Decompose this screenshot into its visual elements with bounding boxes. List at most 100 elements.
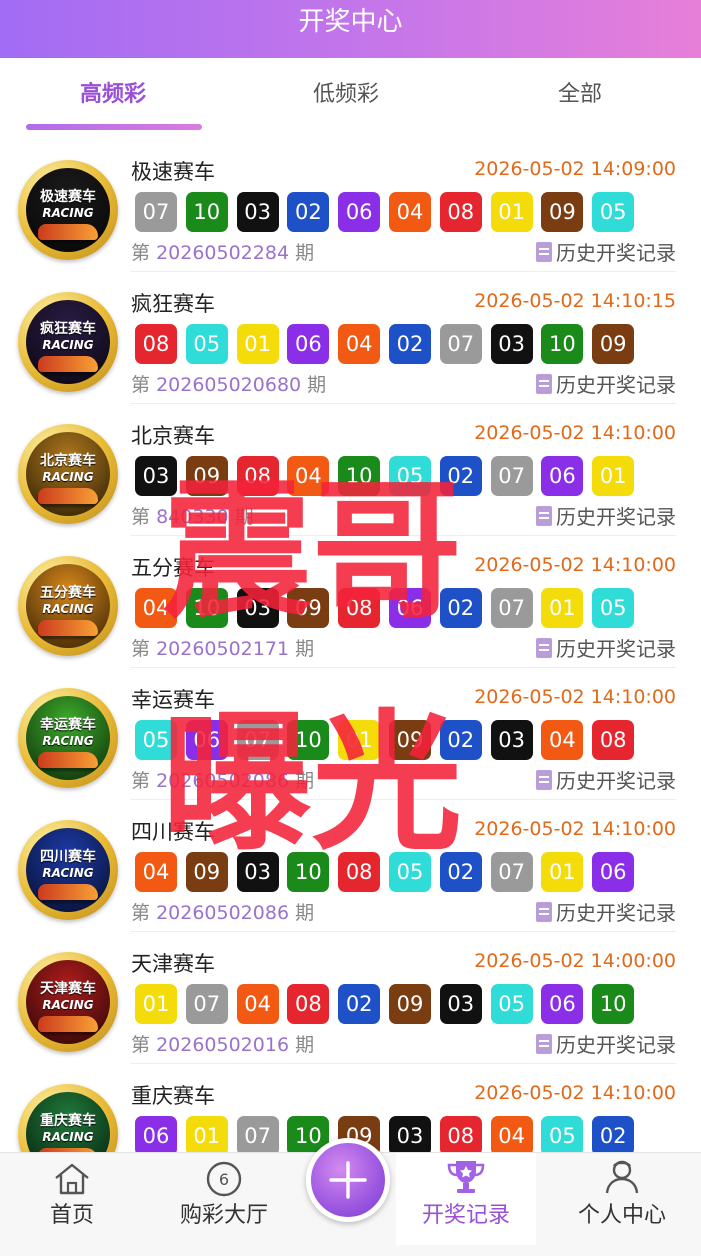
app-header: 开奖中心	[0, 0, 701, 58]
lottery-row[interactable]: 疯狂赛车 RACING 疯狂赛车 2026-05-02 14:10:15 08 0…	[0, 272, 701, 404]
issue-number: 第 20260502086 期	[131, 898, 314, 925]
tabbar-profile-label: 个人中心	[577, 1203, 666, 1228]
badge-subtitle: RACING	[42, 998, 94, 1012]
result-ball: 03	[236, 192, 279, 232]
result-ball: 09	[541, 192, 584, 232]
result-ball: 01	[490, 192, 533, 232]
result-ball: 04	[236, 984, 279, 1024]
result-ball: 05	[185, 324, 228, 364]
issue-number: 第 20260502284 期	[131, 238, 314, 265]
document-icon	[536, 902, 552, 922]
result-ball: 07	[135, 192, 177, 232]
result-ball: 05	[490, 984, 533, 1024]
tabbar-home-label: 首页	[49, 1203, 94, 1228]
trophy-icon	[447, 1161, 485, 1193]
result-ball: 04	[338, 324, 381, 364]
race-car-icon	[38, 488, 98, 504]
result-ball: 10	[592, 984, 635, 1024]
issue-value: 20260502284	[156, 242, 290, 264]
result-ball: 09	[389, 984, 431, 1024]
lottery-badge-icon: 重庆赛车 RACING	[18, 1084, 118, 1152]
result-ball: 04	[389, 192, 431, 232]
result-ball: 07	[490, 852, 533, 892]
result-ball: 05	[592, 192, 635, 232]
result-ball: 03	[490, 324, 533, 364]
history-link[interactable]: 历史开奖记录	[536, 765, 676, 794]
user-icon	[605, 1160, 639, 1194]
tabbar-lottery-hall-label: 购彩大厅	[179, 1203, 268, 1228]
result-ball: 10	[185, 192, 228, 232]
result-ball: 01	[541, 588, 584, 628]
issue-prefix: 第	[131, 374, 151, 396]
result-ball: 08	[439, 192, 482, 232]
result-ball: 03	[490, 720, 533, 760]
lottery-badge-icon: 极速赛车 RACING	[18, 160, 118, 260]
document-icon	[536, 638, 552, 658]
result-ball: 01	[135, 984, 177, 1024]
issue-suffix: 期	[295, 1034, 315, 1056]
lottery-name: 疯狂赛车	[131, 292, 215, 316]
badge-subtitle: RACING	[42, 470, 94, 484]
draw-time: 2026-05-02 14:10:00	[474, 554, 676, 576]
issue-prefix: 第	[131, 638, 151, 660]
race-car-icon	[38, 884, 98, 900]
tabbar-draw-records[interactable]: 开奖记录	[396, 1153, 536, 1245]
watermark-text-top: 震哥	[162, 465, 463, 639]
issue-prefix: 第	[131, 242, 151, 264]
result-ball: 07	[490, 456, 533, 496]
tab-low-frequency[interactable]: 低频彩	[313, 76, 379, 108]
badge-title: 四川赛车	[40, 849, 96, 865]
issue-suffix: 期	[295, 902, 315, 924]
badge-subtitle: RACING	[42, 206, 94, 220]
lottery-results-list: 极速赛车 RACING 极速赛车 2026-05-02 14:09:00 07 1…	[0, 140, 701, 1152]
draw-time: 2026-05-02 14:09:00	[474, 158, 676, 180]
history-link[interactable]: 历史开奖记录	[536, 633, 676, 662]
badge-title: 重庆赛车	[40, 1113, 96, 1129]
result-ball: 02	[592, 1116, 635, 1152]
history-link[interactable]: 历史开奖记录	[536, 501, 676, 530]
badge-subtitle: RACING	[42, 1130, 94, 1144]
issue-prefix: 第	[131, 1034, 151, 1056]
lottery-badge-icon: 北京赛车 RACING	[18, 424, 118, 524]
issue-value: 20260502171	[156, 638, 290, 660]
race-car-icon	[38, 1016, 98, 1032]
lottery-name: 重庆赛车	[131, 1084, 215, 1108]
result-ball: 06	[592, 852, 635, 892]
draw-time: 2026-05-02 14:10:00	[474, 818, 676, 840]
tab-high-frequency[interactable]: 高频彩	[80, 76, 146, 108]
tabbar-home[interactable]: 首页	[2, 1153, 142, 1245]
center-add-button[interactable]	[306, 1138, 390, 1222]
tab-all[interactable]: 全部	[558, 76, 602, 108]
lottery-name: 极速赛车	[131, 160, 215, 184]
issue-prefix: 第	[131, 506, 151, 528]
history-link-label: 历史开奖记录	[556, 373, 676, 397]
history-link[interactable]: 历史开奖记录	[536, 369, 676, 398]
history-link[interactable]: 历史开奖记录	[536, 897, 676, 926]
history-link-label: 历史开奖记录	[556, 901, 676, 925]
result-ball: 01	[541, 852, 584, 892]
result-ball: 03	[439, 984, 482, 1024]
tabbar-lottery-hall[interactable]: 6 购彩大厅	[154, 1153, 294, 1245]
issue-value: 202605020680	[156, 374, 302, 396]
history-link[interactable]: 历史开奖记录	[536, 1029, 676, 1058]
issue-prefix: 第	[131, 902, 151, 924]
badge-subtitle: RACING	[42, 338, 94, 352]
tabbar-draw-records-label: 开奖记录	[421, 1203, 510, 1228]
lottery-badge-icon: 四川赛车 RACING	[18, 820, 118, 920]
badge-title: 北京赛车	[40, 453, 96, 469]
lottery-hall-icon: 6	[206, 1161, 242, 1197]
history-link[interactable]: 历史开奖记录	[536, 237, 676, 266]
badge-subtitle: RACING	[42, 866, 94, 880]
result-ball: 01	[236, 324, 279, 364]
badge-title: 幸运赛车	[40, 717, 96, 733]
tabbar-profile[interactable]: 个人中心	[552, 1153, 692, 1245]
document-icon	[536, 1034, 552, 1054]
lottery-row[interactable]: 极速赛车 RACING 极速赛车 2026-05-02 14:09:00 07 1…	[0, 140, 701, 272]
result-ball: 10	[541, 324, 584, 364]
lottery-row[interactable]: 天津赛车 RACING 天津赛车 2026-05-02 14:00:00 01 0…	[0, 932, 701, 1064]
lottery-badge-icon: 幸运赛车 RACING	[18, 688, 118, 788]
active-tab-indicator	[26, 124, 202, 130]
lottery-badge-icon: 五分赛车 RACING	[18, 556, 118, 656]
badge-title: 极速赛车	[40, 189, 96, 205]
result-ball: 07	[439, 324, 482, 364]
